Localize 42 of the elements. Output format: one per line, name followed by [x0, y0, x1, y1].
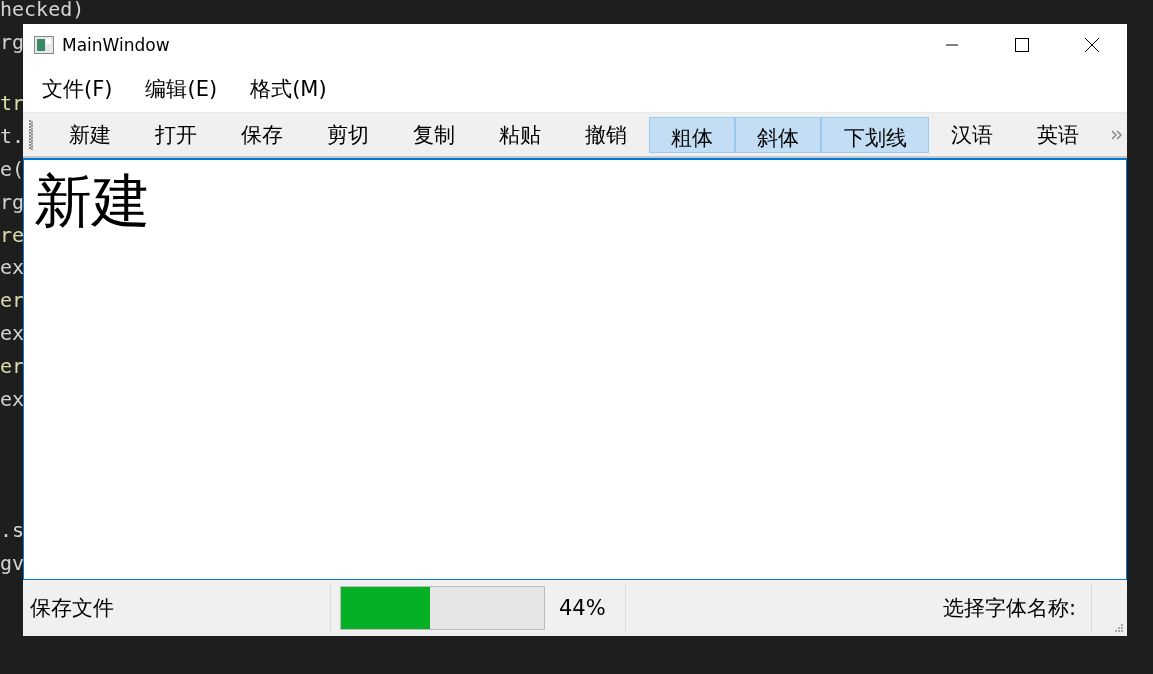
overflow-chevron-icon [1111, 129, 1123, 140]
toolbar-button[interactable]: 撤销 [563, 116, 649, 153]
size-grip-icon [1112, 621, 1124, 633]
menu-item[interactable]: 文件(F) [31, 75, 124, 103]
toolbar-button[interactable]: 新建 [47, 116, 133, 153]
code-line: gv [0, 549, 25, 577]
code-line: .s [0, 516, 25, 544]
window-title: MainWindow [62, 35, 170, 55]
toolbar-button[interactable]: 英语 [1015, 116, 1101, 153]
close-icon [1085, 38, 1099, 52]
font-label: 选择字体名称: [942, 595, 1076, 622]
code-line: er [0, 287, 25, 315]
code-line: rg [0, 188, 25, 216]
code-line: rg [0, 28, 25, 56]
code-line: ex [0, 254, 25, 282]
code-line: t. [0, 123, 25, 151]
code-line: hecked) [0, 0, 85, 23]
minimize-icon [946, 44, 958, 46]
toolbar-button[interactable]: 粗体 [649, 116, 735, 153]
code-line: re [0, 221, 25, 249]
toolbar-button[interactable]: 粘贴 [477, 116, 563, 153]
toolbar-button[interactable]: 斜体 [735, 116, 821, 153]
progress-reading: 44% [558, 596, 607, 620]
code-line: er [0, 352, 25, 380]
menu-item[interactable]: 格式(M) [239, 75, 338, 103]
toolbar-button[interactable]: 复制 [391, 116, 477, 153]
editor-text: 新建 [34, 167, 150, 235]
status-message: 保存文件 [29, 595, 115, 622]
app-icon [34, 36, 54, 54]
code-line: tr [0, 90, 25, 118]
text-editor[interactable]: 新建 [23, 158, 1127, 580]
menu-item[interactable]: 编辑(E) [134, 75, 229, 103]
code-line: ex [0, 319, 25, 347]
toolbar-button[interactable]: 剪切 [305, 116, 391, 153]
code-line: e( [0, 156, 25, 183]
toolbar-button[interactable]: 打开 [133, 116, 219, 153]
toolbar-grip-icon [29, 119, 33, 150]
maximize-icon [1015, 38, 1029, 52]
toolbar-button[interactable]: 保存 [219, 116, 305, 153]
toolbar-button[interactable]: 下划线 [821, 116, 929, 153]
code-line: ex [0, 385, 25, 413]
toolbar-button[interactable]: 汉语 [929, 116, 1015, 153]
